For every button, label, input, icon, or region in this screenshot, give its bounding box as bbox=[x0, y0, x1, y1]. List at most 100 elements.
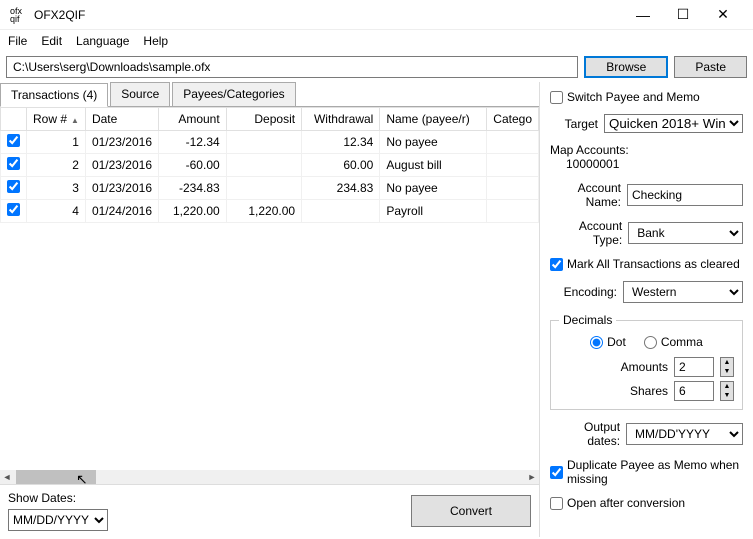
paste-button[interactable]: Paste bbox=[674, 56, 747, 78]
cell-amount: -12.34 bbox=[159, 131, 227, 154]
path-row: Browse Paste bbox=[0, 52, 753, 82]
tab-source[interactable]: Source bbox=[110, 82, 170, 106]
cell-row: 4 bbox=[27, 200, 86, 223]
encoding-select[interactable]: Western bbox=[623, 281, 743, 303]
maximize-button[interactable]: ☐ bbox=[663, 6, 703, 23]
shares-input[interactable] bbox=[674, 381, 714, 401]
encoding-label: Encoding: bbox=[564, 285, 617, 299]
account-name-input[interactable] bbox=[627, 184, 743, 206]
output-dates-select[interactable]: MM/DD'YYYY bbox=[626, 423, 743, 445]
dot-label: Dot bbox=[607, 335, 626, 349]
cell-amount: -60.00 bbox=[159, 154, 227, 177]
cell-date: 01/23/2016 bbox=[85, 154, 158, 177]
sort-asc-icon: ▲ bbox=[71, 116, 79, 125]
col-category[interactable]: Catego bbox=[487, 108, 539, 131]
tabs: Transactions (4) Source Payees/Categorie… bbox=[0, 82, 539, 107]
cell-date: 01/23/2016 bbox=[85, 131, 158, 154]
cell-amount: 1,220.00 bbox=[159, 200, 227, 223]
switch-payee-label: Switch Payee and Memo bbox=[567, 90, 700, 104]
h-scrollbar[interactable]: ◄ ► ↖ bbox=[0, 470, 539, 484]
cell-category bbox=[487, 200, 539, 223]
menu-file[interactable]: File bbox=[8, 34, 27, 48]
amounts-label: Amounts bbox=[621, 360, 668, 374]
open-after-label: Open after conversion bbox=[567, 496, 685, 510]
bottom-row: Show Dates: MM/DD/YYYY Convert bbox=[0, 484, 539, 537]
shares-label: Shares bbox=[630, 384, 668, 398]
show-dates-select[interactable]: MM/DD/YYYY bbox=[8, 509, 108, 531]
cell-category bbox=[487, 154, 539, 177]
comma-label: Comma bbox=[661, 335, 703, 349]
amounts-spinner[interactable]: ▲▼ bbox=[720, 357, 734, 377]
cell-withdrawal bbox=[302, 200, 380, 223]
scroll-thumb[interactable] bbox=[16, 470, 96, 484]
dot-radio[interactable] bbox=[590, 336, 603, 349]
scroll-left-icon[interactable]: ◄ bbox=[0, 470, 14, 484]
tab-transactions[interactable]: Transactions (4) bbox=[0, 83, 108, 107]
col-name[interactable]: Name (payee/r) bbox=[380, 108, 487, 131]
scroll-right-icon[interactable]: ► bbox=[525, 470, 539, 484]
switch-payee-checkbox[interactable] bbox=[550, 91, 563, 104]
row-checkbox[interactable] bbox=[7, 157, 20, 170]
cell-deposit: 1,220.00 bbox=[226, 200, 301, 223]
account-type-label: Account Type: bbox=[550, 219, 622, 247]
duplicate-payee-checkbox[interactable] bbox=[550, 466, 563, 479]
file-path-input[interactable] bbox=[6, 56, 578, 78]
close-button[interactable]: ✕ bbox=[703, 6, 743, 23]
menu-language[interactable]: Language bbox=[76, 34, 129, 48]
menubar: File Edit Language Help bbox=[0, 30, 753, 52]
output-dates-label: Output dates: bbox=[550, 420, 620, 448]
tab-payees[interactable]: Payees/Categories bbox=[172, 82, 295, 106]
app-icon: ofx qif bbox=[10, 7, 26, 23]
col-amount[interactable]: Amount bbox=[159, 108, 227, 131]
open-after-checkbox[interactable] bbox=[550, 497, 563, 510]
cell-name: No payee bbox=[380, 131, 487, 154]
cell-deposit bbox=[226, 177, 301, 200]
table-row[interactable]: 301/23/2016-234.83234.83No payee bbox=[1, 177, 539, 200]
target-select[interactable]: Quicken 2018+ Win bbox=[604, 114, 743, 133]
amounts-input[interactable] bbox=[674, 357, 714, 377]
row-checkbox[interactable] bbox=[7, 180, 20, 193]
transactions-grid: Row #▲ Date Amount Deposit Withdrawal Na… bbox=[0, 107, 539, 484]
cell-category bbox=[487, 131, 539, 154]
table-row[interactable]: 101/23/2016-12.34 12.34No payee bbox=[1, 131, 539, 154]
cell-withdrawal: 60.00 bbox=[302, 154, 380, 177]
decimals-fieldset: Decimals Dot Comma Amounts ▲▼ Shares ▲▼ bbox=[550, 313, 743, 410]
table-row[interactable]: 401/24/20161,220.001,220.00Payroll bbox=[1, 200, 539, 223]
menu-edit[interactable]: Edit bbox=[41, 34, 62, 48]
comma-radio[interactable] bbox=[644, 336, 657, 349]
shares-spinner[interactable]: ▲▼ bbox=[720, 381, 734, 401]
mark-cleared-label: Mark All Transactions as cleared bbox=[567, 257, 740, 271]
browse-button[interactable]: Browse bbox=[584, 56, 668, 78]
account-id[interactable]: 10000001 bbox=[550, 157, 743, 171]
col-date[interactable]: Date bbox=[85, 108, 158, 131]
col-withdrawal[interactable]: Withdrawal bbox=[302, 108, 380, 131]
cell-category bbox=[487, 177, 539, 200]
mark-cleared-checkbox[interactable] bbox=[550, 258, 563, 271]
duplicate-payee-label: Duplicate Payee as Memo when missing bbox=[567, 458, 743, 486]
grid-header-row: Row #▲ Date Amount Deposit Withdrawal Na… bbox=[1, 108, 539, 131]
col-deposit[interactable]: Deposit bbox=[226, 108, 301, 131]
cell-name: Payroll bbox=[380, 200, 487, 223]
cell-row: 1 bbox=[27, 131, 86, 154]
cell-deposit bbox=[226, 131, 301, 154]
target-label: Target bbox=[565, 117, 598, 131]
col-check[interactable] bbox=[1, 108, 27, 131]
cell-row: 2 bbox=[27, 154, 86, 177]
cell-withdrawal: 12.34 bbox=[302, 131, 380, 154]
row-checkbox[interactable] bbox=[7, 134, 20, 147]
minimize-button[interactable]: — bbox=[623, 7, 663, 23]
cell-deposit bbox=[226, 154, 301, 177]
cell-name: No payee bbox=[380, 177, 487, 200]
cell-amount: -234.83 bbox=[159, 177, 227, 200]
window-title: OFX2QIF bbox=[34, 8, 623, 22]
cell-name: August bill bbox=[380, 154, 487, 177]
cell-row: 3 bbox=[27, 177, 86, 200]
account-type-select[interactable]: Bank bbox=[628, 222, 743, 244]
show-dates-label: Show Dates: bbox=[8, 491, 108, 505]
menu-help[interactable]: Help bbox=[143, 34, 168, 48]
row-checkbox[interactable] bbox=[7, 203, 20, 216]
table-row[interactable]: 201/23/2016-60.00 60.00August bill bbox=[1, 154, 539, 177]
col-row[interactable]: Row #▲ bbox=[27, 108, 86, 131]
cell-date: 01/23/2016 bbox=[85, 177, 158, 200]
convert-button[interactable]: Convert bbox=[411, 495, 531, 527]
